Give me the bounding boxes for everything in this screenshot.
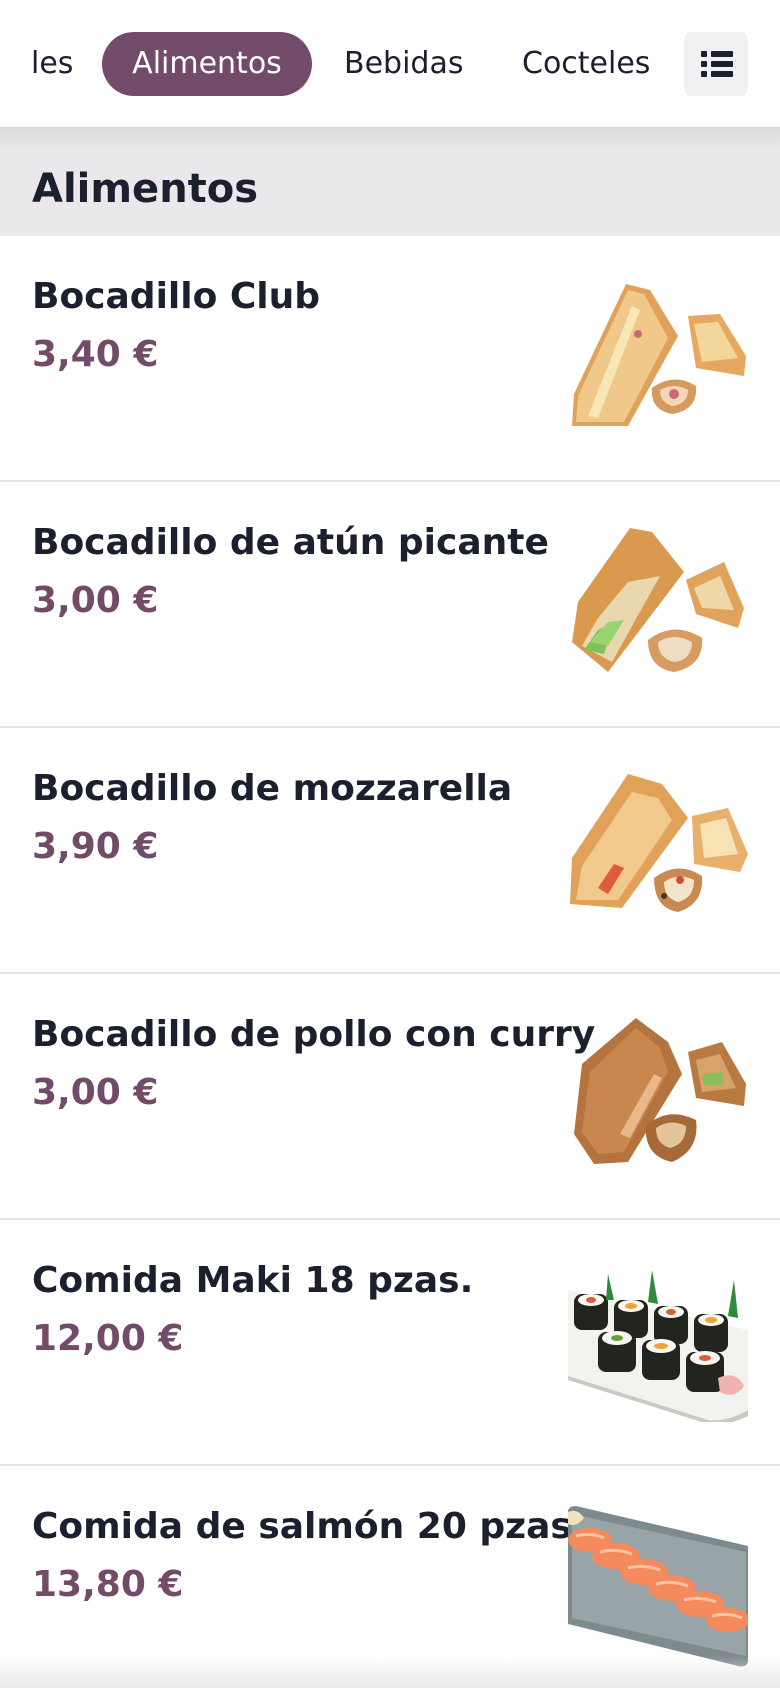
product-name: Comida de salmón 20 pzas.	[32, 1506, 586, 1547]
product-name: Bocadillo Club	[32, 276, 321, 317]
product-price: 3,40 €	[32, 334, 159, 375]
sandwich-image	[568, 1014, 748, 1176]
product-name: Bocadillo de pollo con curry	[32, 1014, 596, 1055]
sandwich-image	[568, 522, 748, 684]
category-tab-bebidas[interactable]: Bebidas	[344, 32, 463, 96]
category-bar: les Alimentos Bebidas Cocteles	[0, 0, 780, 128]
product-item[interactable]: Comida Maki 18 pzas. 12,00 €	[0, 1220, 780, 1466]
salmon-sushi-image	[568, 1506, 748, 1668]
category-tab-cocteles[interactable]: Cocteles	[522, 32, 650, 96]
product-item[interactable]: Comida de salmón 20 pzas. 13,80 €	[0, 1466, 780, 1688]
product-item[interactable]: Bocadillo de atún picante 3,00 €	[0, 482, 780, 728]
product-name: Bocadillo de atún picante	[32, 522, 549, 563]
product-price: 12,00 €	[32, 1318, 184, 1359]
section-title: Alimentos	[32, 166, 259, 212]
maki-image	[568, 1260, 748, 1422]
product-name: Bocadillo de mozzarella	[32, 768, 513, 809]
category-tab-alimentos[interactable]: Alimentos	[102, 32, 312, 96]
sandwich-image	[568, 768, 748, 930]
category-tab-previous[interactable]: les	[31, 32, 73, 96]
product-price: 3,00 €	[32, 580, 159, 621]
section-header: Alimentos	[0, 128, 780, 236]
list-menu-button[interactable]	[684, 32, 748, 96]
product-price: 3,90 €	[32, 826, 159, 867]
product-name: Comida Maki 18 pzas.	[32, 1260, 474, 1301]
product-item[interactable]: Bocadillo de pollo con curry 3,00 €	[0, 974, 780, 1220]
product-list: Bocadillo Club 3,40 € Bocadillo de atún …	[0, 236, 780, 1688]
scroll-fade	[0, 1656, 780, 1688]
product-item[interactable]: Bocadillo Club 3,40 €	[0, 236, 780, 482]
product-item[interactable]: Bocadillo de mozzarella 3,90 €	[0, 728, 780, 974]
product-price: 13,80 €	[32, 1564, 184, 1605]
product-price: 3,00 €	[32, 1072, 159, 1113]
sandwich-image	[568, 276, 748, 438]
